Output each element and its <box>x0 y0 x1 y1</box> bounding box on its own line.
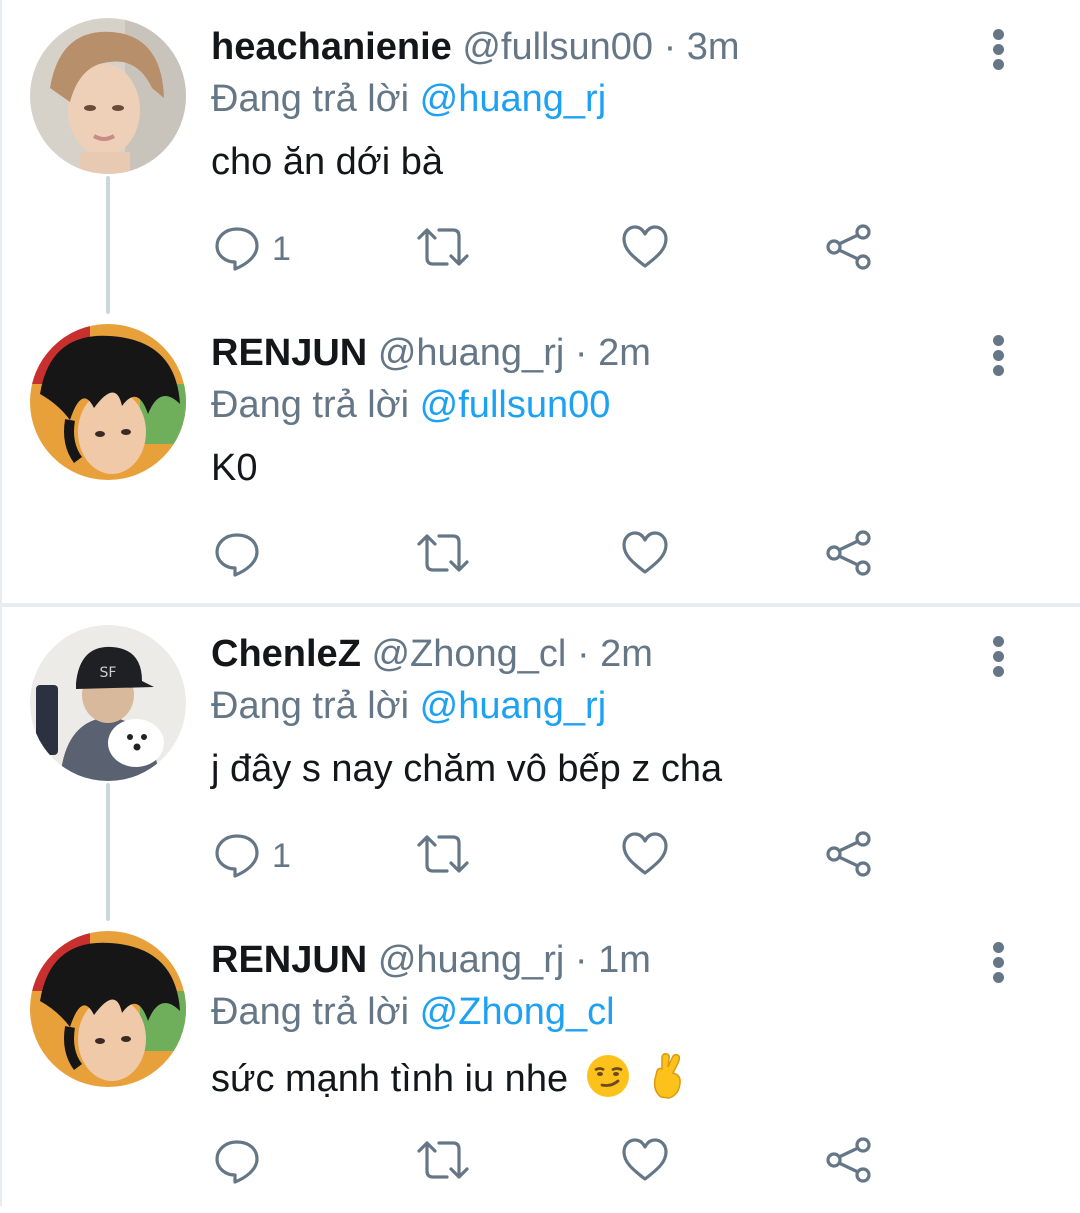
reply-button[interactable]: 1 <box>212 222 302 276</box>
reply-context: Đang trả lời @fullsun00 <box>211 382 610 428</box>
smirking-face-emoji <box>585 1053 631 1111</box>
reply-context: Đang trả lời @huang_rj <box>211 76 606 122</box>
retweet-icon <box>417 228 469 266</box>
reply-context: Đang trả lời @huang_rj <box>211 683 606 729</box>
share-icon <box>826 831 871 877</box>
reply-mention-link[interactable]: @huang_rj <box>420 685 606 727</box>
share-button[interactable] <box>824 528 876 582</box>
timestamp[interactable]: 2m <box>600 633 653 675</box>
share-icon <box>826 1137 871 1183</box>
username[interactable]: @fullsun00 <box>462 26 653 68</box>
display-name[interactable]: ChenleZ <box>211 633 361 675</box>
reply-prefix: Đang trả lời <box>211 685 410 727</box>
more-options-icon[interactable] <box>984 332 1014 378</box>
tweet-text: j đây s nay chăm vô bếp z cha <box>211 748 723 790</box>
tweet-text-content: sức mạnh tình iu nhe <box>211 1058 569 1100</box>
more-options-icon[interactable] <box>984 26 1014 72</box>
avatar[interactable] <box>30 931 186 1087</box>
heart-icon <box>622 832 668 875</box>
timestamp[interactable]: 3m <box>687 26 740 68</box>
tweet-header: heachanienie @fullsun00 · 3m <box>211 24 740 70</box>
comment-icon <box>215 1140 259 1184</box>
tweet[interactable]: SF ChenleZ @Zhong_cl · 2m Đang trả lời @… <box>0 607 1080 921</box>
tweet-text: cho ăn dới bà <box>211 141 443 183</box>
crossed-fingers-emoji <box>647 1051 687 1111</box>
reply-mention-link[interactable]: @fullsun00 <box>420 384 611 426</box>
tweet-header: ChenleZ @Zhong_cl · 2m <box>211 631 653 677</box>
display-name[interactable]: heachanienie <box>211 26 452 68</box>
tweet-header: RENJUN @huang_rj · 2m <box>211 330 651 376</box>
reply-prefix: Đang trả lời <box>211 991 410 1033</box>
timestamp[interactable]: 2m <box>598 332 651 374</box>
heart-icon <box>622 1138 668 1181</box>
retweet-button[interactable] <box>413 1135 473 1189</box>
reply-mention-link[interactable]: @Zhong_cl <box>420 991 615 1033</box>
like-button[interactable] <box>620 222 676 276</box>
reply-button[interactable] <box>212 1135 302 1189</box>
retweet-icon <box>417 1141 469 1179</box>
avatar[interactable]: SF <box>30 625 186 781</box>
reply-count: 1 <box>272 230 291 268</box>
share-button[interactable] <box>824 1135 876 1189</box>
conversation-thread: SF ChenleZ @Zhong_cl · 2m Đang trả lời @… <box>0 607 1080 1206</box>
username[interactable]: @huang_rj <box>378 939 564 981</box>
display-name[interactable]: RENJUN <box>211 332 367 374</box>
reply-prefix: Đang trả lời <box>211 78 410 120</box>
heart-icon <box>622 225 668 268</box>
thread-connector-line <box>106 176 110 314</box>
heart-icon <box>622 531 668 574</box>
retweet-icon <box>417 835 469 873</box>
more-options-icon[interactable] <box>984 939 1014 985</box>
retweet-button[interactable] <box>413 528 473 582</box>
username[interactable]: @huang_rj <box>378 332 564 374</box>
avatar[interactable] <box>30 324 186 480</box>
like-button[interactable] <box>620 1135 676 1189</box>
reply-mention-link[interactable]: @huang_rj <box>420 78 606 120</box>
share-button[interactable] <box>824 829 876 883</box>
comment-icon <box>215 533 259 577</box>
comment-icon <box>215 834 259 878</box>
tweet[interactable]: RENJUN @huang_rj · 2m Đang trả lời @full… <box>0 306 1080 606</box>
tweet-text: K0 <box>211 447 258 489</box>
thread-connector-line <box>106 783 110 921</box>
retweet-button[interactable] <box>413 222 473 276</box>
comment-icon <box>215 227 259 271</box>
reply-button[interactable] <box>212 528 302 582</box>
reply-prefix: Đang trả lời <box>211 384 410 426</box>
svg-text:SF: SF <box>100 665 117 681</box>
separator-dot: · <box>574 332 588 374</box>
retweet-icon <box>417 534 469 572</box>
reply-count: 1 <box>272 837 291 875</box>
conversation-thread: heachanienie @fullsun00 · 3m Đang trả lờ… <box>0 0 1080 604</box>
like-button[interactable] <box>620 528 676 582</box>
reply-button[interactable]: 1 <box>212 829 302 883</box>
tweet-header: RENJUN @huang_rj · 1m <box>211 937 651 983</box>
more-options-icon[interactable] <box>984 633 1014 679</box>
like-button[interactable] <box>620 829 676 883</box>
timestamp[interactable]: 1m <box>598 939 651 981</box>
share-button[interactable] <box>824 222 876 276</box>
avatar[interactable] <box>30 18 186 174</box>
share-icon <box>826 224 871 270</box>
separator-dot: · <box>663 26 677 68</box>
separator-dot: · <box>574 939 588 981</box>
username[interactable]: @Zhong_cl <box>371 633 566 675</box>
tweet-text: sức mạnh tình iu nhe <box>211 1051 687 1111</box>
separator-dot: · <box>576 633 590 675</box>
display-name[interactable]: RENJUN <box>211 939 367 981</box>
share-icon <box>826 530 871 576</box>
retweet-button[interactable] <box>413 829 473 883</box>
tweet[interactable]: RENJUN @huang_rj · 1m Đang trả lời @Zhon… <box>0 913 1080 1213</box>
tweet[interactable]: heachanienie @fullsun00 · 3m Đang trả lờ… <box>0 0 1080 314</box>
reply-context: Đang trả lời @Zhong_cl <box>211 989 615 1035</box>
